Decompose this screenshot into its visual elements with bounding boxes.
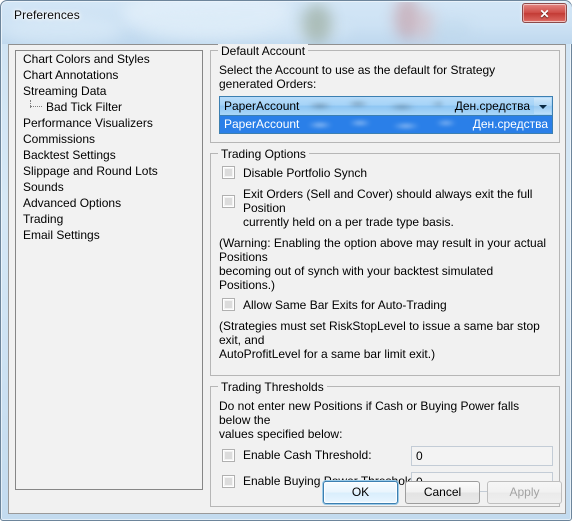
redacted-account-number (306, 97, 442, 115)
default-account-dropdown-list[interactable]: PaperAccount Ден.средства (219, 116, 553, 134)
disable-portfolio-synch-checkbox[interactable] (222, 166, 235, 179)
sidebar-item[interactable]: Chart Annotations (16, 67, 202, 83)
exit-orders-warning-line1: (Warning: Enabling the option above may … (219, 236, 547, 264)
close-button[interactable]: ✕ (522, 3, 567, 23)
strategies-note: (Strategies must set RiskStopLevel to is… (219, 319, 551, 361)
sidebar-item-label: Advanced Options (23, 196, 122, 210)
sidebar-item-label: Trading (23, 212, 64, 226)
sidebar-item[interactable]: Backtest Settings (16, 147, 202, 163)
cash-threshold-input[interactable]: 0 (411, 446, 553, 466)
strategies-note-line2: AutoProfitLevel for a same bar limit exi… (219, 347, 436, 361)
sidebar-item-label: Backtest Settings (23, 148, 116, 162)
combobox-selected-right: Ден.средства (454, 99, 530, 113)
enable-cash-threshold-label: Enable Cash Threshold: (243, 448, 372, 462)
combobox-selected-name: PaperAccount (224, 99, 300, 113)
sidebar-item[interactable]: Performance Visualizers (16, 115, 202, 131)
allow-same-bar-exits-row[interactable]: Allow Same Bar Exits for Auto-Trading (219, 298, 551, 312)
glass-blur-blob (302, 4, 332, 44)
dialog-client-area: Chart Colors and Styles Chart Annotations… (8, 44, 566, 514)
tree-connector-icon (30, 100, 42, 108)
trading-options-group: Trading Options Disable Portfolio Synch … (210, 147, 560, 376)
sidebar-item-label: Commissions (23, 132, 96, 146)
window-title: Preferences (14, 8, 80, 22)
sidebar-item[interactable]: Sounds (16, 179, 202, 195)
glass-blur-blob (432, 20, 472, 40)
sidebar-item[interactable]: Trading (16, 211, 202, 227)
sidebar-item[interactable]: Bad Tick Filter (16, 99, 202, 115)
dialog-buttons: OK Cancel Apply (9, 481, 567, 506)
sidebar-item-label: Chart Annotations (23, 68, 119, 82)
preferences-window: Preferences ✕ Chart Colors and Styles Cha… (0, 0, 572, 521)
default-account-combobox[interactable]: PaperAccount Ден.средства (219, 96, 553, 116)
trading-thresholds-description: Do not enter new Positions if Cash or Bu… (219, 399, 551, 441)
title-bar (2, 2, 572, 44)
exit-orders-warning: (Warning: Enabling the option above may … (219, 236, 551, 292)
trading-thresholds-description-line2: values specified below: (219, 427, 343, 441)
exit-orders-label-line2: currently held on a per trade type basis… (243, 215, 454, 229)
sidebar-item-label: Performance Visualizers (23, 116, 153, 130)
sidebar-item-label: Streaming Data (23, 84, 107, 98)
sidebar-item[interactable]: Email Settings (16, 227, 202, 243)
redacted-account-number (306, 116, 460, 133)
sidebar-item[interactable]: Slippage and Round Lots (16, 163, 202, 179)
list-item[interactable]: PaperAccount Ден.средства (220, 116, 552, 133)
sidebar-item-label: Bad Tick Filter (46, 100, 123, 114)
cancel-button[interactable]: Cancel (405, 481, 480, 504)
settings-tree[interactable]: Chart Colors and Styles Chart Annotations… (15, 50, 203, 490)
dropdown-option-name: PaperAccount (224, 117, 300, 131)
sidebar-item[interactable]: Chart Colors and Styles (16, 51, 202, 67)
sidebar-item-label: Chart Colors and Styles (23, 52, 150, 66)
default-account-combobox-wrap: PaperAccount Ден.средства PaperAccount Д… (219, 96, 553, 134)
strategies-note-line1: (Strategies must set RiskStopLevel to is… (219, 319, 540, 347)
exit-orders-row[interactable]: Exit Orders (Sell and Cover) should alwa… (219, 187, 551, 229)
sidebar-item[interactable]: Advanced Options (16, 195, 202, 211)
trading-thresholds-description-line1: Do not enter new Positions if Cash or Bu… (219, 399, 520, 427)
sidebar-item-label: Sounds (23, 180, 64, 194)
default-account-group: Default Account Select the Account to us… (210, 44, 560, 143)
default-account-legend: Default Account (218, 44, 309, 58)
close-icon: ✕ (539, 7, 550, 21)
chevron-down-icon[interactable] (534, 98, 551, 114)
trading-options-legend: Trading Options (218, 147, 309, 161)
sidebar-item-label: Slippage and Round Lots (23, 164, 158, 178)
enable-cash-threshold-checkbox[interactable] (222, 449, 235, 462)
default-account-description: Select the Account to use as the default… (219, 63, 496, 91)
sidebar-item[interactable]: Commissions (16, 131, 202, 147)
sidebar-item[interactable]: Streaming Data (16, 83, 202, 99)
apply-button: Apply (487, 481, 562, 504)
disable-portfolio-synch-row[interactable]: Disable Portfolio Synch (219, 166, 551, 180)
trading-thresholds-legend: Trading Thresholds (218, 380, 327, 394)
exit-orders-checkbox[interactable] (222, 195, 235, 208)
sidebar-item-label: Email Settings (23, 228, 100, 242)
exit-orders-warning-line2: becoming out of synch with your backtest… (219, 264, 494, 292)
allow-same-bar-exits-label: Allow Same Bar Exits for Auto-Trading (243, 298, 447, 312)
allow-same-bar-exits-checkbox[interactable] (222, 298, 235, 311)
cash-threshold-row: Enable Cash Threshold: 0 (219, 446, 553, 468)
disable-portfolio-synch-label: Disable Portfolio Synch (243, 166, 368, 180)
settings-panel: Default Account Select the Account to us… (210, 44, 560, 517)
dropdown-option-right: Ден.средства (472, 117, 548, 131)
exit-orders-label-line1: Exit Orders (Sell and Cover) should alwa… (243, 187, 533, 215)
ok-button[interactable]: OK (323, 481, 398, 504)
